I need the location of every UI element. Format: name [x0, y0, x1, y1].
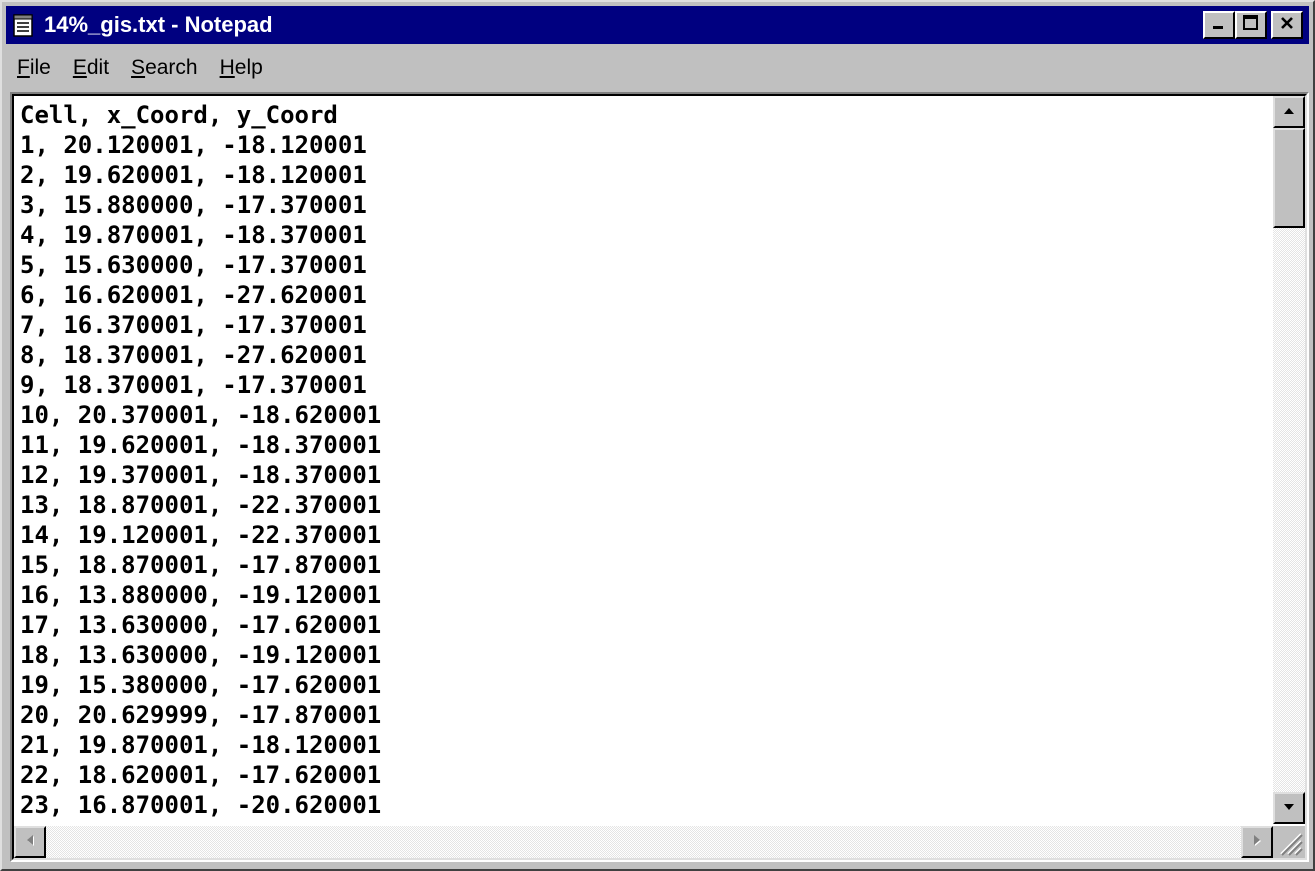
text-line: 5, 15.630000, -17.370001: [20, 251, 367, 279]
arrow-left-icon: [25, 833, 35, 852]
editor-area: Cell, x_Coord, y_Coord 1, 20.120001, -18.…: [12, 94, 1307, 860]
scroll-left-button[interactable]: [14, 826, 46, 858]
text-line: 3, 15.880000, -17.370001: [20, 191, 367, 219]
menu-edit[interactable]: Edit: [62, 56, 120, 80]
text-line: 9, 18.370001, -17.370001: [20, 371, 367, 399]
text-line: 14, 19.120001, -22.370001: [20, 521, 382, 549]
text-line: 15, 18.870001, -17.870001: [20, 551, 382, 579]
text-line: 4, 19.870001, -18.370001: [20, 221, 367, 249]
text-line: 23, 16.870001, -20.620001: [20, 791, 382, 819]
document-text-area[interactable]: Cell, x_Coord, y_Coord 1, 20.120001, -18.…: [14, 96, 1273, 824]
maximize-button[interactable]: [1235, 11, 1267, 39]
text-line: 17, 13.630000, -17.620001: [20, 611, 382, 639]
menu-help[interactable]: Help: [209, 56, 274, 80]
window-title: 14%_gis.txt - Notepad: [44, 12, 273, 37]
close-button[interactable]: [1271, 11, 1303, 39]
text-line: 13, 18.870001, -22.370001: [20, 491, 382, 519]
text-line: 10, 20.370001, -18.620001: [20, 401, 382, 429]
minimize-icon: [1211, 15, 1227, 36]
text-line: 22, 18.620001, -17.620001: [20, 761, 382, 789]
text-line: 6, 16.620001, -27.620001: [20, 281, 367, 309]
resize-grip-icon: [1273, 833, 1305, 862]
text-line: 21, 19.870001, -18.120001: [20, 731, 382, 759]
arrow-up-icon: [1282, 103, 1296, 121]
menu-search[interactable]: Search: [120, 56, 209, 80]
text-line: 7, 16.370001, -17.370001: [20, 311, 367, 339]
menu-bar: File Edit Search Help: [6, 48, 1309, 88]
scroll-down-button[interactable]: [1273, 792, 1305, 824]
scroll-right-button[interactable]: [1241, 826, 1273, 858]
text-line: 2, 19.620001, -18.120001: [20, 161, 367, 189]
text-line: 1, 20.120001, -18.120001: [20, 131, 367, 159]
text-line: 18, 13.630000, -19.120001: [20, 641, 382, 669]
caption-buttons: [1203, 11, 1303, 39]
scroll-up-button[interactable]: [1273, 96, 1305, 128]
text-line: 8, 18.370001, -27.620001: [20, 341, 367, 369]
text-line: 19, 15.380000, -17.620001: [20, 671, 382, 699]
title-bar[interactable]: 14%_gis.txt - Notepad: [6, 6, 1309, 44]
horizontal-scrollbar[interactable]: [14, 826, 1273, 858]
text-line: 20, 20.629999, -17.870001: [20, 701, 382, 729]
vertical-scrollbar[interactable]: [1273, 96, 1305, 824]
maximize-icon: [1242, 14, 1260, 36]
text-line: 12, 19.370001, -18.370001: [20, 461, 382, 489]
vertical-scroll-thumb[interactable]: [1273, 128, 1305, 228]
text-line: 11, 19.620001, -18.370001: [20, 431, 382, 459]
minimize-button[interactable]: [1203, 11, 1235, 39]
close-icon: [1279, 15, 1295, 36]
size-grip[interactable]: [1273, 826, 1305, 858]
menu-file[interactable]: File: [6, 56, 62, 80]
text-line: Cell, x_Coord, y_Coord: [20, 101, 338, 129]
notepad-icon[interactable]: [12, 12, 34, 38]
editor-frame: Cell, x_Coord, y_Coord 1, 20.120001, -18.…: [10, 92, 1309, 862]
text-line: 16, 13.880000, -19.120001: [20, 581, 382, 609]
notepad-window: 14%_gis.txt - Notepad File Edit Search H…: [0, 0, 1315, 871]
arrow-down-icon: [1282, 799, 1296, 817]
arrow-right-icon: [1252, 833, 1262, 852]
